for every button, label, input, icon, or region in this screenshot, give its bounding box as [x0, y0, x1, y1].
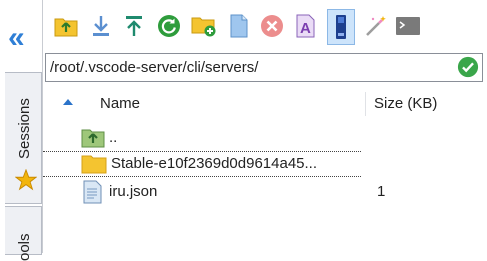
collapse-sidebar-icon[interactable]: «: [8, 23, 25, 53]
file-name: Stable-e10f2369d0d9614a45...: [111, 155, 318, 172]
folder-icon: [81, 155, 107, 174]
star-icon: [15, 169, 37, 191]
delete-icon: [261, 15, 283, 37]
folder-up-icon: [54, 18, 78, 37]
column-divider[interactable]: [365, 92, 366, 116]
file-row-file[interactable]: iru.json 1: [43, 180, 487, 204]
file-name: iru.json: [109, 183, 158, 200]
refresh-icon: [158, 15, 180, 37]
delete-button[interactable]: [259, 13, 285, 39]
terminal-button[interactable]: [395, 13, 421, 39]
properties-icon: [336, 15, 346, 39]
file-list-header: Name Size (KB): [43, 88, 487, 118]
rename-icon: A: [296, 14, 315, 38]
column-header-size[interactable]: Size (KB): [374, 95, 437, 112]
parent-directory-button[interactable]: [53, 13, 79, 39]
tab-sessions[interactable]: Sessions: [5, 72, 42, 204]
file-row-parent[interactable]: ..: [43, 126, 487, 150]
tab-tools[interactable]: ools: [5, 206, 42, 261]
new-file-button[interactable]: [226, 13, 252, 39]
upload-icon: [126, 16, 142, 36]
svg-text:A: A: [300, 20, 311, 37]
file-browser-panel: A /root/.vscode-server/cli/servers/ Name…: [42, 0, 487, 253]
tab-sessions-label: Sessions: [16, 98, 33, 159]
sort-ascending-icon[interactable]: [63, 99, 73, 105]
magic-wand-icon: [366, 16, 386, 36]
path-bar: [45, 53, 483, 82]
rename-button[interactable]: A: [293, 13, 319, 39]
file-size: 1: [377, 183, 386, 200]
column-header-name[interactable]: Name: [100, 95, 140, 112]
file-name: ..: [109, 129, 118, 146]
new-folder-icon: [191, 17, 216, 37]
tools-button[interactable]: [363, 13, 389, 39]
path-input[interactable]: [50, 57, 440, 77]
download-button[interactable]: [88, 13, 114, 39]
folder-up-icon: [81, 129, 105, 148]
go-checkmark-icon[interactable]: [457, 56, 479, 78]
download-icon: [93, 16, 109, 36]
upload-button[interactable]: [121, 13, 147, 39]
properties-button[interactable]: [327, 9, 355, 45]
tab-tools-label: ools: [16, 233, 33, 261]
file-row-folder[interactable]: Stable-e10f2369d0d9614a45...: [43, 151, 361, 177]
new-folder-button[interactable]: [191, 13, 217, 39]
sidebar: « Sessions ools: [0, 0, 42, 261]
terminal-icon: [396, 17, 420, 35]
toolbar: A: [43, 0, 487, 52]
new-file-icon: [230, 14, 248, 38]
refresh-button[interactable]: [156, 13, 182, 39]
json-file-icon: [83, 180, 102, 204]
